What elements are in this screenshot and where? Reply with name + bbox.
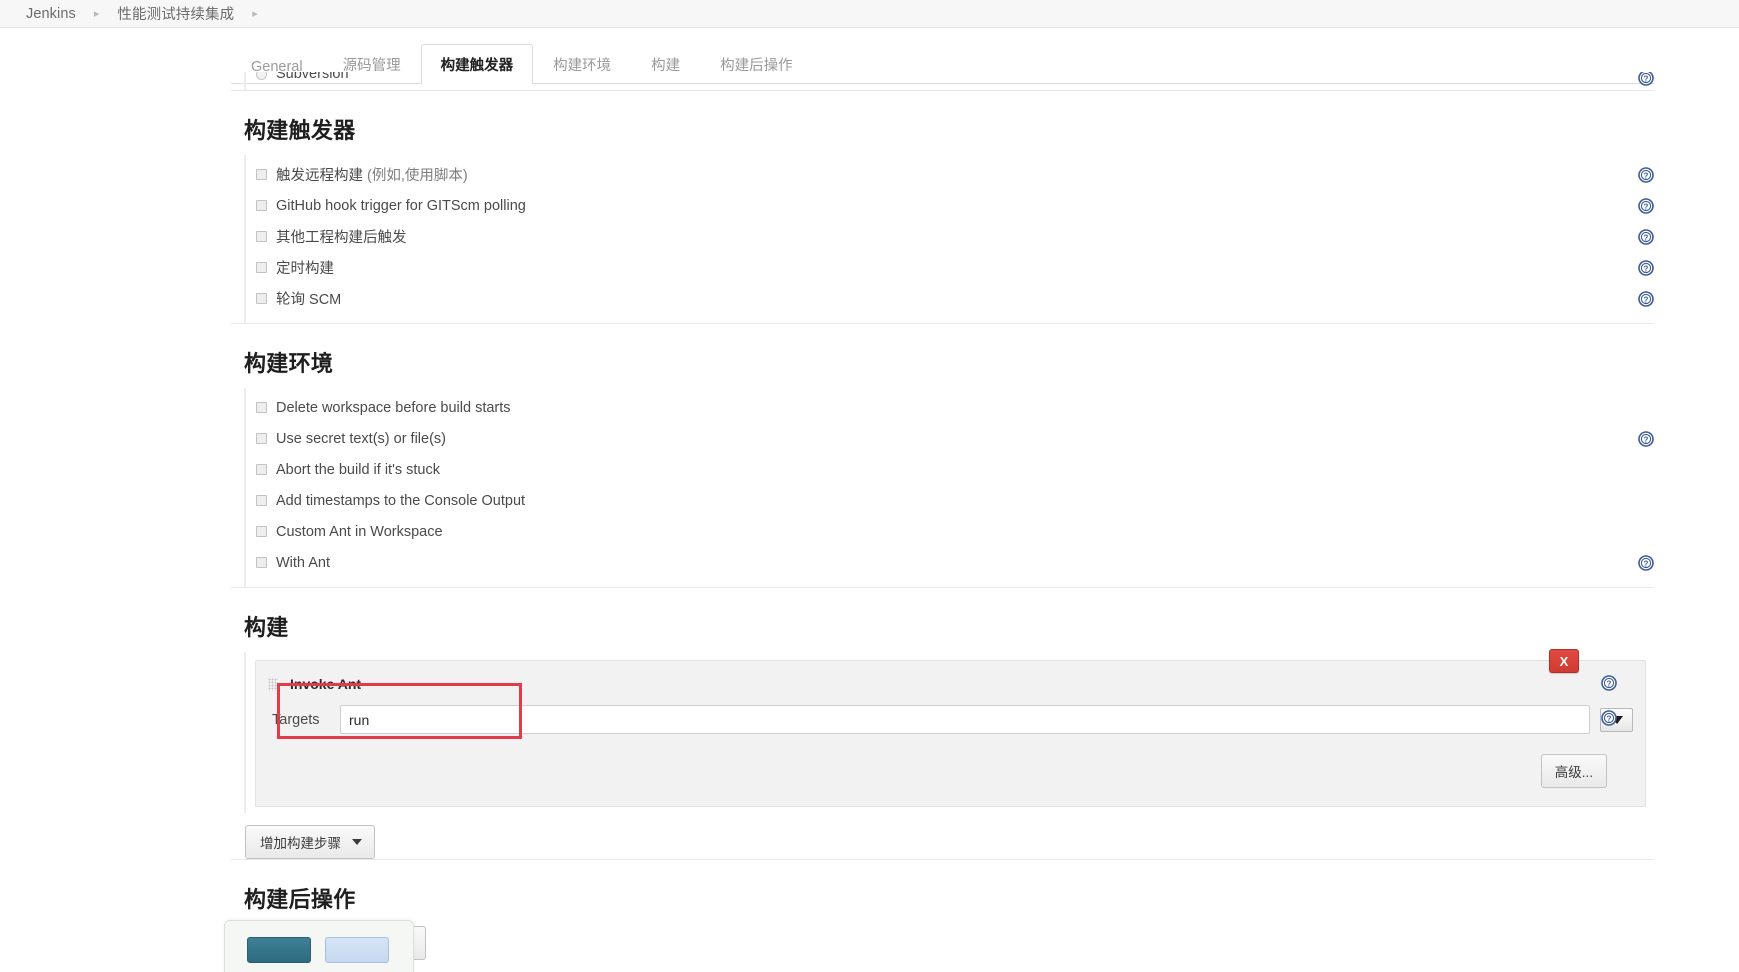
trigger-poll-scm-label: 轮询 SCM <box>276 292 342 308</box>
env-custom-ant-checkbox[interactable] <box>256 526 267 537</box>
trigger-option-github-hook[interactable]: GitHub hook trigger for GITScm polling ? <box>246 190 1654 221</box>
scm-subversion-row: Subversion ? <box>244 72 1654 90</box>
build-steps-container: X ? Invoke Ant Targets run ? 高级... <box>244 649 1654 813</box>
add-build-step-button[interactable]: 增加构建步骤 <box>245 825 375 859</box>
svg-text:?: ? <box>1644 171 1649 180</box>
help-icon[interactable]: ? <box>1638 290 1654 307</box>
env-option-abort-stuck[interactable]: Abort the build if it's stuck <box>246 454 1654 485</box>
env-custom-ant-label: Custom Ant in Workspace <box>276 523 443 540</box>
targets-label: Targets <box>272 711 320 728</box>
help-icon[interactable]: ? <box>1638 228 1654 245</box>
env-delete-workspace-label: Delete workspace before build starts <box>276 399 511 416</box>
form-save-bar <box>224 920 414 972</box>
breadcrumb: Jenkins ▸ 性能测试持续集成 ▸ <box>0 0 1739 28</box>
breadcrumb-item-jenkins[interactable]: Jenkins <box>22 6 80 22</box>
targets-field-row: Targets ? <box>256 705 1645 734</box>
svg-text:?: ? <box>1644 264 1649 273</box>
trigger-remote-label: 触发远程构建 (例如,使用脚本) <box>276 168 468 184</box>
add-build-step-wrapper: 增加构建步骤 <box>245 825 1654 859</box>
trigger-github-hook-checkbox[interactable] <box>256 200 267 211</box>
section-title-build-triggers: 构建触发器 <box>244 118 356 143</box>
left-empty-column <box>0 56 231 972</box>
env-timestamps-label: Add timestamps to the Console Output <box>276 492 526 509</box>
breadcrumb-separator-icon-2: ▸ <box>252 8 258 20</box>
env-abort-stuck-checkbox[interactable] <box>256 464 267 475</box>
section-post-build: 构建后操作 增加构建后操作步骤 <box>231 859 1654 960</box>
trigger-option-poll-scm[interactable]: 轮询 SCM ? <box>246 283 1654 314</box>
env-option-with-ant[interactable]: With Ant ? <box>246 547 1654 578</box>
env-with-ant-label: With Ant <box>276 554 330 571</box>
svg-text:?: ? <box>1644 74 1649 83</box>
section-build-environment: 构建环境 Delete workspace before build start… <box>231 323 1654 587</box>
trigger-after-other-projects-label: 其他工程构建后触发 <box>276 230 407 246</box>
targets-input[interactable] <box>340 705 1590 734</box>
advanced-button-wrapper: 高级... <box>256 754 1645 788</box>
env-option-custom-ant[interactable]: Custom Ant in Workspace <box>246 516 1654 547</box>
env-secret-text-checkbox[interactable] <box>256 433 267 444</box>
env-delete-workspace-checkbox[interactable] <box>256 402 267 413</box>
save-button[interactable] <box>247 937 311 963</box>
env-timestamps-checkbox[interactable] <box>256 495 267 506</box>
trigger-periodic-checkbox[interactable] <box>256 262 267 273</box>
section-title-build: 构建 <box>244 615 289 640</box>
svg-text:?: ? <box>1644 295 1649 304</box>
svg-text:?: ? <box>1644 435 1649 444</box>
help-icon[interactable]: ? <box>1638 259 1654 276</box>
build-environment-options: Delete workspace before build starts Use… <box>244 388 1654 587</box>
add-build-step-label: 增加构建步骤 <box>260 836 341 851</box>
help-icon[interactable]: ? <box>1638 166 1654 183</box>
build-triggers-options: 触发远程构建 (例如,使用脚本) ? GitHub hook trigger f… <box>244 155 1654 323</box>
trigger-option-after-other-projects[interactable]: 其他工程构建后触发 ? <box>246 221 1654 252</box>
config-form: Subversion ? 构建触发器 触发远程构建 (例如,使用脚本) ? Gi… <box>231 72 1654 960</box>
trigger-github-hook-label: GitHub hook trigger for GITScm polling <box>276 197 526 214</box>
env-option-delete-workspace[interactable]: Delete workspace before build starts <box>246 392 1654 423</box>
section-title-post-build: 构建后操作 <box>244 887 356 912</box>
breadcrumb-item-project[interactable]: 性能测试持续集成 <box>113 3 238 24</box>
env-secret-text-label: Use secret text(s) or file(s) <box>276 430 446 447</box>
trigger-remote-checkbox[interactable] <box>256 169 267 180</box>
scm-subversion-label: Subversion <box>276 72 349 82</box>
scm-subversion-radio[interactable] <box>256 72 267 80</box>
env-option-timestamps[interactable]: Add timestamps to the Console Output <box>246 485 1654 516</box>
svg-text:?: ? <box>1644 233 1649 242</box>
svg-text:?: ? <box>1644 559 1649 568</box>
trigger-periodic-label: 定时构建 <box>276 261 334 277</box>
build-step-invoke-ant: X ? Invoke Ant Targets run ? 高级... <box>255 649 1646 807</box>
delete-build-step-button[interactable]: X <box>1549 649 1579 673</box>
env-option-secret-text[interactable]: Use secret text(s) or file(s) ? <box>246 423 1654 454</box>
add-post-build-step-wrapper: 增加构建后操作步骤 <box>255 926 1654 960</box>
build-step-title: Invoke Ant <box>290 676 362 692</box>
trigger-option-remote[interactable]: 触发远程构建 (例如,使用脚本) ? <box>246 159 1654 190</box>
apply-button[interactable] <box>325 937 389 963</box>
trigger-option-periodic[interactable]: 定时构建 ? <box>246 252 1654 283</box>
svg-text:?: ? <box>1644 202 1649 211</box>
env-with-ant-checkbox[interactable] <box>256 557 267 568</box>
trigger-after-other-projects-checkbox[interactable] <box>256 231 267 242</box>
breadcrumb-separator-icon: ▸ <box>93 8 100 20</box>
trigger-poll-scm-checkbox[interactable] <box>256 293 267 304</box>
advanced-button[interactable]: 高级... <box>1540 754 1607 788</box>
env-abort-stuck-label: Abort the build if it's stuck <box>276 461 440 478</box>
help-icon[interactable]: ? <box>1601 710 1617 726</box>
chevron-down-icon <box>352 839 362 845</box>
svg-text:?: ? <box>1607 679 1612 688</box>
drag-handle-icon[interactable] <box>268 677 278 691</box>
help-icon[interactable]: ? <box>1638 197 1654 214</box>
section-build: 构建 X ? Invoke Ant Targets run ? 高级... 增加… <box>231 587 1654 859</box>
help-icon[interactable]: ? <box>1638 72 1654 86</box>
help-icon[interactable]: ? <box>1638 554 1654 571</box>
section-title-build-environment: 构建环境 <box>244 351 334 376</box>
config-page: General 源码管理 构建触发器 构建环境 构建 构建后操作 Subvers… <box>0 28 1739 972</box>
svg-text:?: ? <box>1607 714 1612 723</box>
build-step-header: Invoke Ant <box>256 673 1645 695</box>
help-icon[interactable]: ? <box>1638 430 1654 447</box>
help-icon[interactable]: ? <box>1601 675 1617 691</box>
section-build-triggers: 构建触发器 触发远程构建 (例如,使用脚本) ? GitHub hook tri… <box>231 90 1654 323</box>
